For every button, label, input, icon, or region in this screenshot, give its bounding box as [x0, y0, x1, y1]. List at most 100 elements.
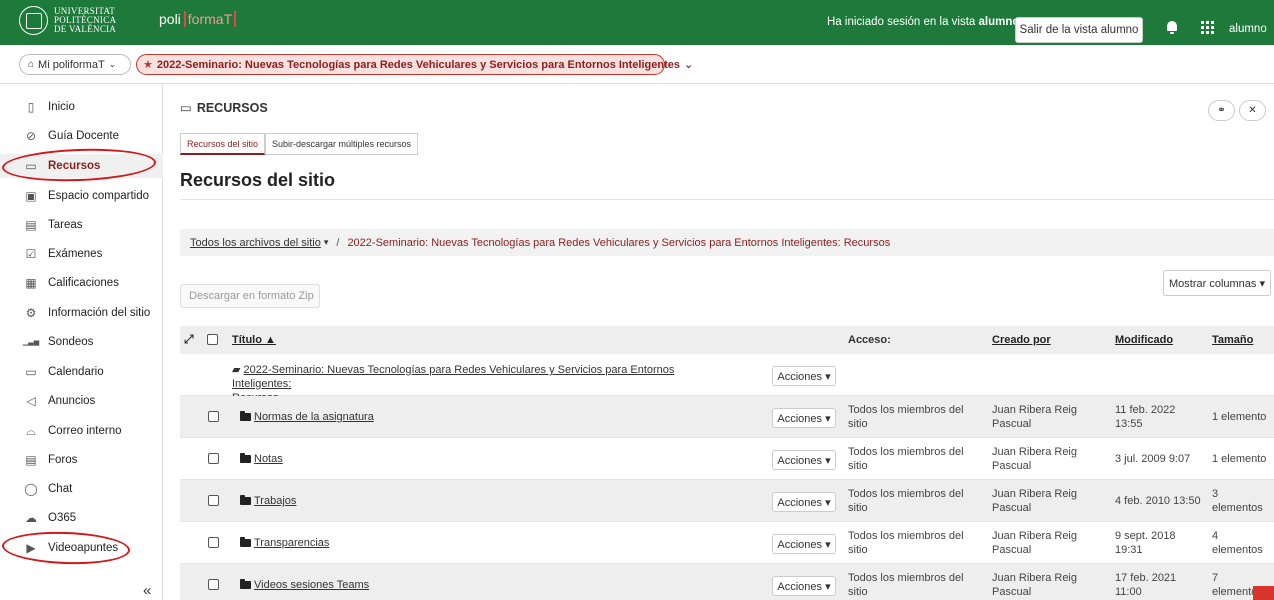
sidebar-item-label: Calificaciones: [48, 277, 119, 289]
folder-link[interactable]: Notas: [240, 453, 283, 465]
university-seal-icon: [19, 6, 48, 35]
table-row: Videos sesiones Teams Acciones ▾ Todos l…: [180, 564, 1274, 600]
poliformat-brand[interactable]: poli formaT: [159, 11, 237, 27]
exit-student-view-button[interactable]: Salir de la vista alumno: [1015, 17, 1143, 43]
sidebar-item-sondeos[interactable]: ▁▃▅ Sondeos: [0, 330, 163, 354]
access-cell: Todos los miembros del sitio: [848, 530, 964, 556]
bell-icon[interactable]: [1167, 21, 1177, 34]
session-text: Ha iniciado sesión en la vista: [827, 16, 976, 28]
creator-cell: Juan Ribera Reig Pascual: [992, 404, 1077, 430]
grades-icon: ▦: [25, 276, 37, 290]
forum-icon: ▤: [25, 453, 37, 467]
column-title[interactable]: Título ▲: [232, 334, 276, 346]
actions-button[interactable]: Acciones ▾: [772, 366, 836, 386]
actions-button[interactable]: Acciones ▾: [772, 408, 836, 428]
tab-subir-descargar[interactable]: Subir-descargar múltiples recursos: [265, 133, 419, 155]
sidebar-item-anuncios[interactable]: ◁ Anuncios: [0, 389, 163, 413]
column-created-by[interactable]: Creado por: [992, 334, 1051, 346]
megaphone-icon: ◁: [26, 394, 36, 408]
row-checkbox[interactable]: [208, 579, 219, 590]
sidebar-item-label: Tareas: [48, 219, 83, 231]
site-name: 2022-Seminario: Nuevas Tecnologías para …: [156, 58, 680, 71]
sidebar-item-correo-interno[interactable]: ⌓ Correo interno: [0, 419, 163, 443]
apps-grid-icon[interactable]: [1201, 21, 1214, 34]
column-size[interactable]: Tamaño: [1212, 334, 1253, 346]
link-icon[interactable]: ⚭: [1208, 100, 1235, 121]
folder-link[interactable]: Trabajos: [240, 495, 296, 507]
expand-icon[interactable]: ✕: [1239, 100, 1266, 121]
my-poliformat-button[interactable]: ⌂ Mi poliformaT ⌄: [19, 54, 131, 75]
sidebar-item-espacio-compartido[interactable]: ▣ Espacio compartido: [0, 184, 163, 208]
tab-recursos-del-sitio[interactable]: Recursos del sitio: [180, 133, 266, 155]
size-cell: 1 elemento: [1212, 411, 1267, 423]
layout-icon: ▯: [27, 100, 35, 114]
feedback-badge[interactable]: [1253, 586, 1274, 600]
sidebar-item-label: Foros: [48, 454, 78, 466]
sidebar-item-guia-docente[interactable]: ⊘ Guía Docente: [0, 124, 163, 148]
download-zip-button[interactable]: Descargar en formato Zip: [180, 284, 320, 308]
open-folder-icon: ▰: [232, 364, 241, 376]
size-cell: 1 elemento: [1212, 453, 1267, 465]
actions-button[interactable]: Acciones ▾: [772, 450, 836, 470]
sidebar-item-label: Exámenes: [48, 248, 103, 260]
breadcrumb-current: 2022-Seminario: Nuevas Tecnologías para …: [347, 236, 891, 249]
sidebar-item-foros[interactable]: ▤ Foros: [0, 448, 163, 472]
collapse-sidebar-button[interactable]: «: [143, 582, 151, 599]
row-checkbox[interactable]: [208, 453, 219, 464]
folder-link[interactable]: Videos sesiones Teams: [240, 579, 369, 591]
table-row: Notas Acciones ▾ Todos los miembros del s…: [180, 438, 1274, 480]
user-menu[interactable]: alumno: [1229, 23, 1267, 35]
sidebar-item-label: Guía Docente: [48, 130, 119, 142]
university-logo[interactable]: UNIVERSITAT POLITÈCNICA DE VALÈNCIA: [19, 6, 116, 35]
show-columns-button[interactable]: Mostrar columnas ▾: [1163, 270, 1271, 296]
access-cell: Todos los miembros del sitio: [848, 404, 964, 430]
sidebar-item-label: O365: [48, 512, 77, 524]
actions-button[interactable]: Acciones ▾: [772, 492, 836, 512]
sidebar-item-calendario[interactable]: ▭ Calendario: [0, 360, 163, 384]
row-checkbox[interactable]: [208, 537, 219, 548]
calendar-icon: ▭: [25, 365, 37, 379]
page-heading: Recursos del sitio: [180, 170, 336, 190]
folder-icon: ▭: [180, 101, 192, 115]
university-name-line: DE VALÈNCIA: [54, 24, 117, 34]
creator-cell: Juan Ribera Reig Pascual: [992, 572, 1077, 598]
row-checkbox[interactable]: [208, 411, 219, 422]
breadcrumb-root[interactable]: Todos los archivos del sitio: [190, 237, 321, 249]
table-header: ⤢ Título ▲ Acceso: Creado por Modificado…: [180, 326, 1274, 354]
my-poliformat-label: Mi poliformaT: [38, 58, 105, 71]
breadcrumb-separator: /: [336, 236, 340, 249]
expand-arrows-icon[interactable]: ⤢: [184, 332, 194, 347]
tasks-icon: ▤: [25, 218, 37, 232]
chevron-down-icon[interactable]: ▾: [324, 237, 329, 248]
sidebar-item-label: Correo interno: [48, 425, 122, 437]
sidebar-item-tareas[interactable]: ▤ Tareas: [0, 213, 163, 237]
brand-prefix: poli: [159, 11, 181, 27]
compass-icon: ⊘: [25, 129, 37, 143]
folder-link[interactable]: Transparencias: [240, 537, 329, 549]
sidebar-item-calificaciones[interactable]: ▦ Calificaciones: [0, 271, 163, 295]
sidebar-item-label: Información del sitio: [48, 307, 151, 319]
actions-button[interactable]: Acciones ▾: [772, 576, 836, 596]
column-modified[interactable]: Modificado: [1115, 334, 1173, 346]
folder-icon: [240, 453, 251, 463]
table-row: Normas de la asignatura Acciones ▾ Todos…: [180, 396, 1274, 438]
size-cell: 4 elementos: [1212, 530, 1263, 556]
actions-button[interactable]: Acciones ▾: [772, 534, 836, 554]
folder-link[interactable]: Normas de la asignatura: [240, 411, 374, 423]
select-all-checkbox[interactable]: [207, 334, 218, 345]
sidebar-item-examenes[interactable]: ☑ Exámenes: [0, 242, 163, 266]
current-site-button[interactable]: ★ 2022-Seminario: Nuevas Tecnologías par…: [136, 54, 693, 75]
sidebar-item-chat[interactable]: ◯ Chat: [0, 477, 163, 501]
breadcrumb: Todos los archivos del sitio ▾ / 2022-Se…: [180, 229, 1274, 256]
sidebar-item-o365[interactable]: ☁ O365: [0, 506, 163, 530]
sidebar-item-inicio[interactable]: ▯ Inicio: [0, 95, 163, 119]
sidebar-item-label: Calendario: [48, 366, 104, 378]
brand-suffix: formaT: [183, 11, 237, 27]
creator-cell: Juan Ribera Reig Pascual: [992, 530, 1077, 556]
tool-actions: ⚭ ✕: [1208, 100, 1266, 121]
folder-icon: [240, 537, 251, 547]
row-checkbox[interactable]: [208, 495, 219, 506]
modified-cell: 4 feb. 2010 13:50: [1115, 495, 1201, 507]
sidebar-item-informacion-del-sitio[interactable]: ⚙ Información del sitio: [0, 301, 163, 325]
divider: [180, 199, 1274, 200]
